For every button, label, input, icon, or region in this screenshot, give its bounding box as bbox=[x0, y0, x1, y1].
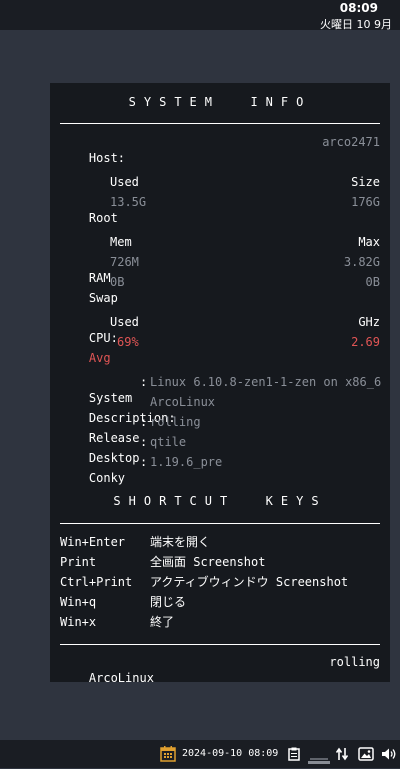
system-value: Linux 6.10.8-zen1-1-zen on x86_6 bbox=[150, 375, 382, 389]
shortcut-row: Win+q 閉じる bbox=[60, 594, 380, 610]
description-value: ArcoLinux bbox=[150, 395, 216, 409]
host-label: Host: bbox=[88, 151, 126, 165]
shortcut-row: Win+x 終了 bbox=[60, 614, 380, 630]
used-header: Used bbox=[110, 175, 139, 189]
mem-header: Mem bbox=[110, 235, 132, 249]
ram-max: 3.82G bbox=[343, 255, 380, 269]
shortcut-key: Print bbox=[60, 555, 97, 569]
description-row: Description: ArcoLinux bbox=[60, 394, 380, 425]
shortcut-row: Ctrl+Print アクティブウィンドウ Screenshot bbox=[60, 574, 380, 590]
footer-row: ArcoLinux rolling bbox=[60, 654, 380, 685]
size-header: Size bbox=[351, 175, 380, 189]
shortcut-key: Ctrl+Print bbox=[60, 575, 133, 589]
taskbar-datetime[interactable]: 2024-09-10 08:09 bbox=[182, 748, 278, 759]
screenshot-icon[interactable] bbox=[358, 746, 374, 765]
shortcut-action: 全画面 Screenshot bbox=[150, 555, 266, 569]
root-label: Root bbox=[88, 211, 118, 225]
divider bbox=[60, 644, 380, 645]
root-header-row: Used Size bbox=[60, 174, 380, 190]
shortcut-row: Print 全画面 Screenshot bbox=[60, 554, 380, 570]
cpu-used-header: Used bbox=[110, 315, 139, 329]
ram-used: 726M bbox=[110, 255, 139, 269]
clipboard-icon[interactable] bbox=[288, 746, 300, 765]
mem-header-row: Mem Max bbox=[60, 234, 380, 250]
swap-used: 0B bbox=[110, 275, 125, 289]
footer-distro: ArcoLinux bbox=[88, 671, 154, 685]
top-bar: 08:09 火曜日 10 9月 bbox=[0, 0, 400, 32]
release-row: Release : rolling bbox=[60, 414, 380, 445]
swap-max: 0B bbox=[365, 275, 380, 289]
avg-row: Avg 69% 2.69 bbox=[60, 334, 380, 365]
host-row: Host: arco2471 bbox=[60, 134, 380, 165]
conky-label: Conky bbox=[88, 471, 126, 485]
swap-label: Swap bbox=[88, 291, 118, 305]
shortcut-action: 閉じる bbox=[150, 595, 187, 609]
volume-icon[interactable] bbox=[381, 746, 397, 765]
clock-time[interactable]: 08:09 bbox=[340, 1, 378, 15]
clock-date[interactable]: 火曜日 10 9月 bbox=[320, 16, 392, 32]
max-header: Max bbox=[358, 235, 380, 249]
colon: : bbox=[140, 375, 148, 389]
desktop-value: qtile bbox=[150, 435, 187, 449]
shortcut-key: Win+q bbox=[60, 595, 97, 609]
divider bbox=[60, 123, 380, 124]
shortcut-key: Win+Enter bbox=[60, 535, 126, 549]
network-wired-icon[interactable] bbox=[308, 750, 330, 769]
divider bbox=[60, 523, 380, 524]
avg-ghz: 2.69 bbox=[351, 335, 380, 349]
shortcut-row: Win+Enter 端末を開く bbox=[60, 534, 380, 550]
system-info-header: SYSTEM INFO bbox=[128, 95, 312, 109]
avg-used: 69% bbox=[117, 335, 139, 349]
avg-label: Avg bbox=[88, 351, 111, 365]
shortcut-action: 終了 bbox=[150, 615, 175, 629]
root-size: 176G bbox=[351, 195, 380, 209]
shortcut-action: アクティブウィンドウ Screenshot bbox=[150, 575, 349, 589]
system-row: System : Linux 6.10.8-zen1-1-zen on x86_… bbox=[60, 374, 382, 405]
release-value: rolling bbox=[150, 415, 201, 429]
cpu-header-row: CPU: Used GHz bbox=[60, 314, 380, 345]
root-row: Root 13.5G 176G bbox=[60, 194, 380, 225]
desktop-row: Desktop : qtile bbox=[60, 434, 380, 465]
shortcut-action: 端末を開く bbox=[150, 535, 211, 549]
root-used: 13.5G bbox=[110, 195, 147, 209]
bottom-bar: 2024-09-10 08:09 bbox=[0, 740, 400, 768]
swap-row: Swap 0B 0B bbox=[60, 274, 380, 305]
host-value: arco2471 bbox=[322, 135, 380, 149]
conky-panel: SYSTEM INFO Host: arco2471 Used Size Roo… bbox=[50, 83, 390, 685]
ram-row: RAM 726M 3.82G bbox=[60, 254, 380, 285]
ghz-header: GHz bbox=[358, 315, 380, 329]
colon: : bbox=[140, 415, 148, 429]
shortcut-keys-header: SHORTCUT KEYS bbox=[113, 494, 327, 508]
transfer-icon[interactable] bbox=[335, 746, 349, 765]
footer-release: rolling bbox=[329, 655, 380, 669]
calendar-icon[interactable] bbox=[160, 745, 176, 766]
conky-value: 1.19.6_pre bbox=[150, 455, 223, 469]
colon: : bbox=[140, 455, 148, 469]
colon: : bbox=[140, 435, 148, 449]
shortcut-key: Win+x bbox=[60, 615, 97, 629]
conky-row: Conky : 1.19.6_pre bbox=[60, 454, 380, 485]
